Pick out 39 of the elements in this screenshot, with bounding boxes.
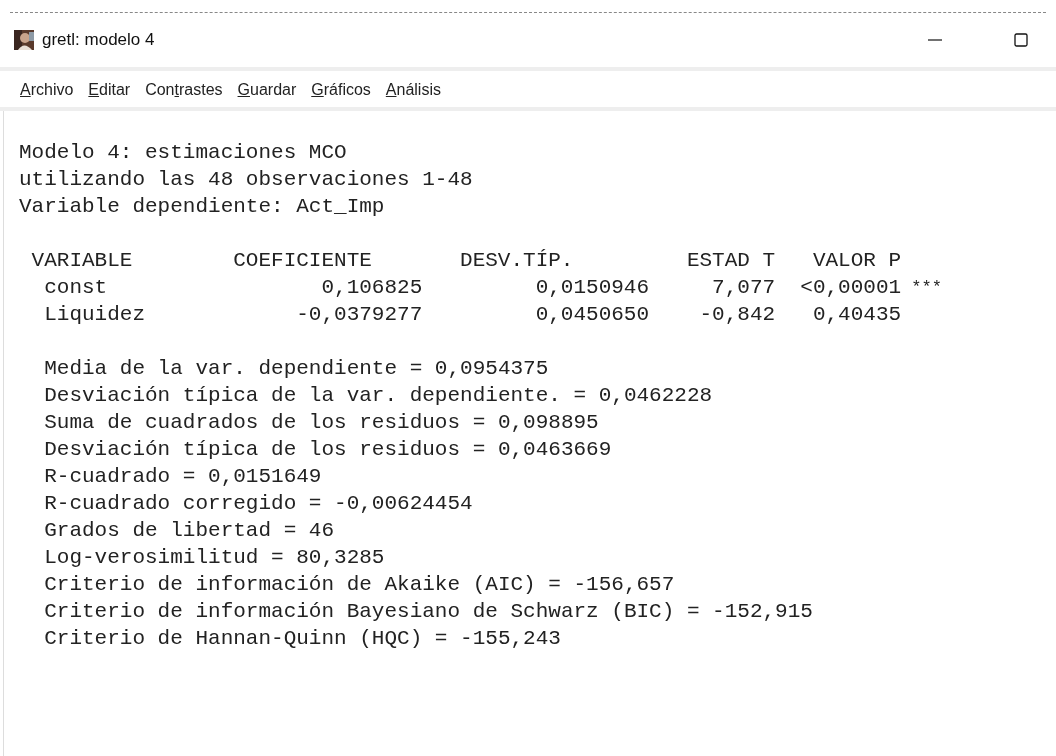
menu-item[interactable]: Guardar (237, 81, 297, 99)
table-cell: 0,0450650 (535, 303, 650, 326)
table-cell: 0,0150946 (535, 276, 650, 299)
statistic-line: Criterio de información Bayesiano de Schwarz (BIC) = -152,915 (44, 599, 813, 625)
table-cell: -0,0379277 (296, 303, 423, 326)
statistic-line: R-cuadrado corregido = -0,00624454 (44, 491, 473, 517)
table-cell: 0,40435 (812, 303, 902, 326)
statistic-line: Desviación típica de los residuos = 0,0463669 (44, 437, 612, 463)
table-cell: <0,00001 (800, 276, 902, 299)
statistic-line: Desviación típica de la var. dependiente. = 0,0462228 (44, 383, 713, 409)
maximize-icon[interactable] (1014, 33, 1028, 47)
statistic-line: Media de la var. dependiente = 0,0954375 (44, 356, 549, 382)
menu-item[interactable]: Gráficos (311, 81, 371, 99)
table-cell: const (44, 276, 108, 299)
column-header: COEFICIENTE (233, 249, 372, 272)
menu-item[interactable]: Editar (88, 81, 131, 99)
statistic-line: R-cuadrado = 0,0151649 (44, 464, 322, 490)
output-line: utilizando las 48 observaciones 1-48 (19, 167, 473, 193)
statistic-line: Criterio de Hannan-Quinn (HQC) = -155,243 (44, 626, 561, 652)
menu-item[interactable]: Análisis (385, 81, 441, 99)
output-line: Modelo 4: estimaciones MCO (19, 140, 347, 166)
column-header: DESV.TÍP. (460, 249, 574, 272)
window-title: gretl: modelo 4 (42, 30, 155, 50)
table-cell: Liquidez (44, 303, 146, 326)
column-header: ESTAD T (686, 249, 776, 272)
menu-item[interactable]: Contrastes (145, 81, 223, 99)
statistic-line: Criterio de información de Akaike (AIC) = -156,657 (44, 572, 675, 598)
table-cell: 7,077 (712, 276, 776, 299)
table-cell: -0,842 (699, 303, 776, 326)
statistic-line: Log-verosimilitud = 80,3285 (44, 545, 385, 571)
column-header: VALOR P (812, 249, 902, 272)
table-cell: 0,106825 (321, 276, 423, 299)
statistic-line: Suma de cuadrados de los residuos = 0,098895 (44, 410, 599, 436)
output-line: Variable dependiente: Act_Imp (19, 194, 385, 220)
column-header: VARIABLE (31, 249, 133, 272)
menu-item[interactable]: Archivo (20, 81, 74, 99)
app-icon (14, 30, 34, 50)
statistic-line: Grados de libertad = 46 (44, 518, 335, 544)
significance-stars: *** (911, 277, 942, 299)
